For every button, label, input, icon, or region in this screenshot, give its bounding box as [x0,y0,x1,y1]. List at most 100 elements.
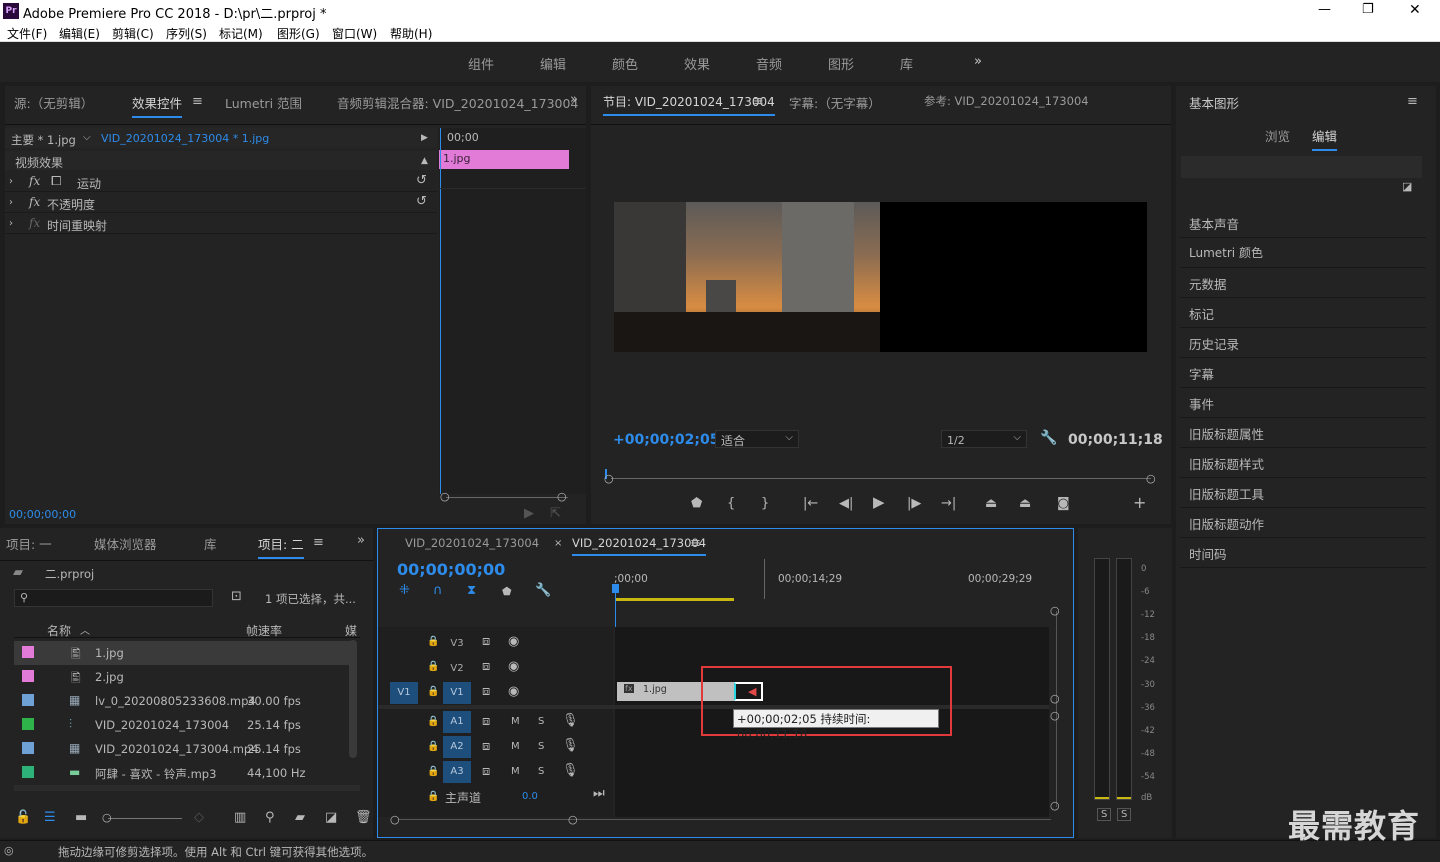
column-name[interactable]: 名称 [47,622,71,639]
export-frame-icon[interactable]: ⇱ [550,507,561,521]
sidebar-item-essential-sound[interactable]: 基本声音 [1180,208,1426,238]
column-media[interactable]: 媒 [345,622,357,639]
work-area-bar[interactable] [616,598,734,601]
panel-menu-icon[interactable]: ≡ [753,95,764,109]
step-back-icon[interactable]: ◀| [839,497,853,511]
sync-lock-icon[interactable]: ⧈ [482,660,490,674]
program-scrub-bar[interactable] [605,469,1157,483]
add-button-icon[interactable]: + [1133,495,1146,511]
effect-timecode[interactable]: 00;00;00;00 [9,508,76,521]
chevron-right-icon[interactable]: › [9,196,13,210]
mute-button[interactable]: M [511,766,520,777]
tab-lumetri-scopes[interactable]: Lumetri 范围 [225,93,302,112]
tab-project-two[interactable]: 项目: 二 [258,534,304,559]
sidebar-item-metadata[interactable]: 元数据 [1180,268,1426,298]
microphone-icon[interactable]: 🎙 [562,714,579,728]
scroll-handle-icon[interactable]: ○ [568,813,578,827]
mark-in-icon[interactable]: { [727,497,735,511]
scroll-handle-icon[interactable]: ○ [1146,472,1156,486]
new-item-icon[interactable]: ◪ [325,811,337,825]
tab-sequence-2[interactable]: VID_20201024_173004 [572,536,707,556]
add-marker-icon[interactable]: ⬟ [691,497,702,511]
camera-icon[interactable]: ◙ [1057,497,1070,511]
sidebar-item-lumetri-color[interactable]: Lumetri 颜色 [1180,238,1426,268]
program-video-frame[interactable] [614,202,1147,352]
resolution-select[interactable]: 1/2 ⌵ [941,430,1027,448]
source-patch-v1[interactable]: V1 [390,682,418,704]
wrench-icon[interactable]: 🔧 [1040,431,1057,445]
eye-icon[interactable]: ◉ [508,660,519,674]
sidebar-item-timecode[interactable]: 时间码 [1180,538,1426,568]
workspace-audio[interactable]: 音频 [756,54,782,73]
list-item[interactable]: 🖺 1.jpg [14,641,354,665]
solo-button[interactable]: S [538,741,544,752]
lock-icon[interactable]: 🔒 [427,660,439,674]
step-forward-icon[interactable]: |▶ [907,497,921,511]
lock-icon[interactable]: 🔒 [427,740,439,754]
sync-lock-icon[interactable]: ⧈ [482,765,490,779]
list-item[interactable]: 🖺 2.jpg [14,665,354,689]
effect-clip-bar[interactable]: 1.jpg [439,150,569,169]
sync-lock-icon[interactable]: ⧈ [482,635,490,649]
transform-icon[interactable]: ⧠ [51,175,61,189]
sidebar-item-markers[interactable]: 标记 [1180,298,1426,328]
effect-timeline[interactable]: 00;00 1.jpg [439,128,586,494]
track-target-v2[interactable]: V2 [443,658,471,680]
trash-icon[interactable]: 🗑 [355,811,372,825]
menu-sequence[interactable]: 序列(S) [166,25,207,42]
scroll-handle-icon[interactable]: ○ [1050,604,1060,618]
sidebar-item-captions[interactable]: 字幕 [1180,358,1426,388]
nest-icon[interactable]: ⧗ [467,584,476,598]
maximize-button[interactable]: ❐ [1362,2,1374,17]
list-item[interactable]: ▬ 阿肆 - 喜欢 - 铃声.mp3 44,100 Hz [14,761,354,785]
go-to-out-icon[interactable]: →| [941,497,956,511]
track-target-a3[interactable]: A3 [443,761,471,783]
sidebar-item-history[interactable]: 历史记录 [1180,328,1426,358]
tab-media-browser[interactable]: 媒体浏览器 [94,534,157,553]
menu-edit[interactable]: 编辑(E) [59,25,100,42]
linked-selection-icon[interactable]: ∩ [433,584,443,598]
workspace-libraries[interactable]: 库 [900,54,913,73]
panel-overflow-icon[interactable]: » [570,93,578,107]
sidebar-item-legacy-title-styles[interactable]: 旧版标题样式 [1180,448,1426,478]
workspace-overflow[interactable]: » [974,54,982,69]
lock-icon[interactable]: 🔒 [427,765,439,779]
scroll-handle-icon[interactable]: ○ [390,813,400,827]
new-bin-icon[interactable]: ⊡ [231,590,242,604]
tab-captions[interactable]: 字幕:（无字幕） [789,93,881,112]
automate-icon[interactable]: ▥ [234,811,246,825]
tab-browse[interactable]: 浏览 [1265,126,1290,145]
track-target-v1[interactable]: V1 [443,682,471,704]
chevron-right-icon[interactable]: › [9,175,13,189]
menu-clip[interactable]: 剪辑(C) [112,25,154,42]
microphone-icon[interactable]: 🎙 [562,739,579,753]
triangle-right-icon[interactable]: ▶ [421,131,428,145]
lift-icon[interactable]: ⏏ [985,497,997,511]
sync-lock-icon[interactable]: ⧈ [482,685,490,699]
workspace-effects[interactable]: 效果 [684,54,710,73]
timeline-hscroll[interactable] [398,819,1051,820]
play-only-audio-icon[interactable]: ▶ [524,507,534,521]
mute-button[interactable]: M [511,716,520,727]
menu-graphics[interactable]: 图形(G) [277,25,320,42]
effect-motion-row[interactable]: › fx ⧠ 运动 ↺ [5,172,437,192]
new-bin-icon[interactable]: ▰ [295,811,305,825]
tab-sequence-1[interactable]: VID_20201024_173004 [405,536,539,550]
triangle-up-icon[interactable]: ▲ [421,154,428,168]
label-color-swatch[interactable] [22,742,34,754]
tab-effect-controls[interactable]: 效果控件 [132,93,183,118]
effect-time-remap-row[interactable]: › fx 时间重映射 [5,214,437,234]
add-marker-icon[interactable]: ⬟ [502,585,512,599]
mark-out-icon[interactable]: } [761,497,769,511]
tab-edit[interactable]: 编辑 [1312,126,1338,151]
lock-icon[interactable]: 🔒 [427,685,439,699]
sidebar-item-events[interactable]: 事件 [1180,388,1426,418]
solo-left-button[interactable]: S [1097,808,1112,821]
scroll-handle-icon[interactable]: ○ [440,490,450,504]
snap-icon[interactable]: ⁜ [399,584,410,598]
scroll-handle-icon[interactable]: ○ [1050,799,1060,813]
lock-icon[interactable]: 🔓 [15,811,31,825]
fx-icon[interactable]: fx [29,195,40,209]
play-icon[interactable]: ▶ [873,495,885,510]
effect-zoom-scrollbar[interactable] [446,497,568,505]
